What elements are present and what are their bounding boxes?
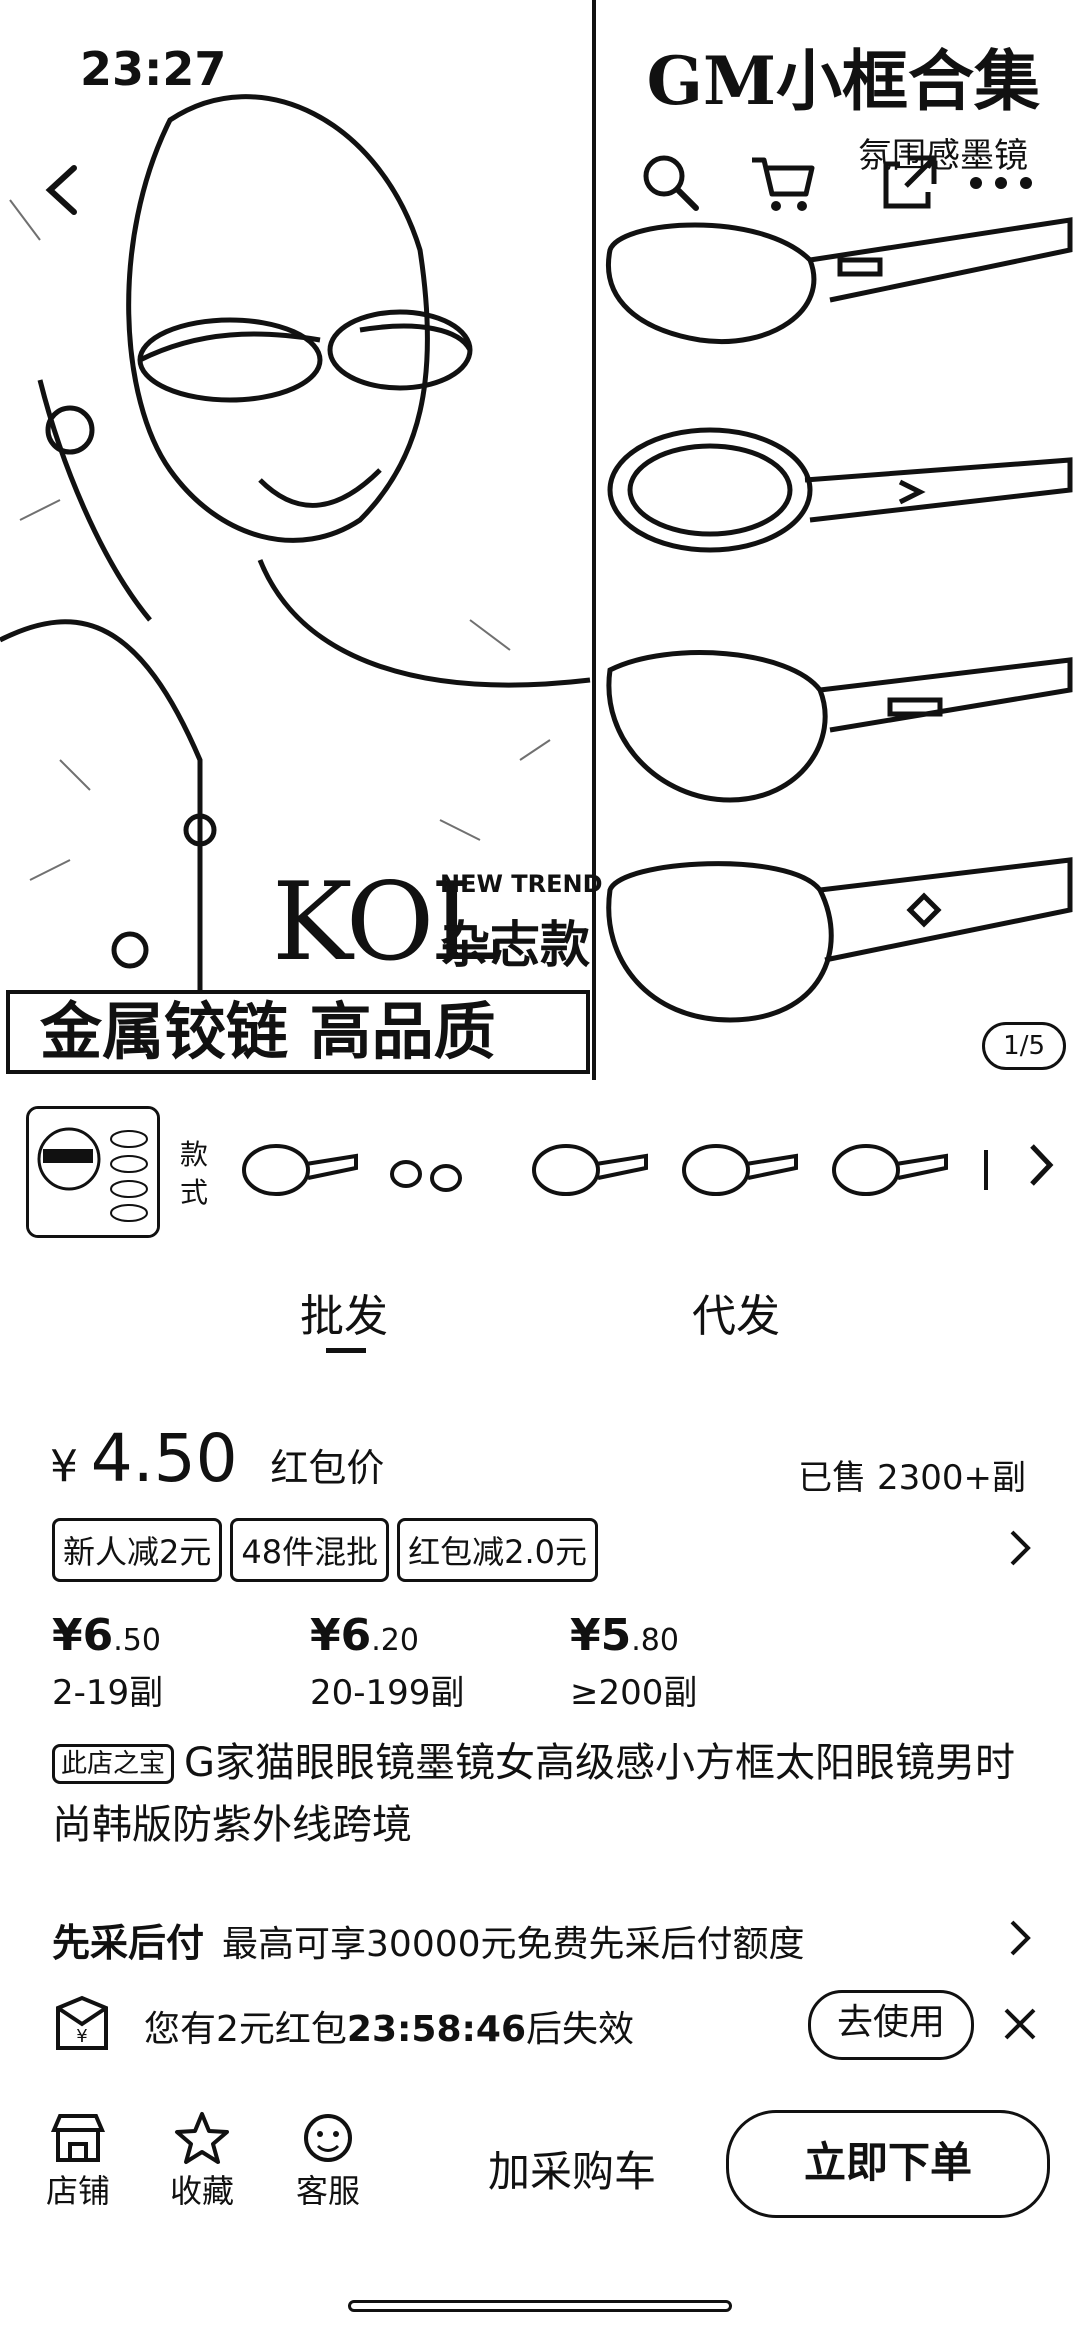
promo-tag: 新人减2元 <box>52 1518 223 1582</box>
tier-price: ¥6.50 2-19副 <box>52 1610 163 1714</box>
promo-tags[interactable]: 新人减2元 48件混批 红包减2.0元 <box>52 1518 606 1582</box>
tier-quantity: 2-19副 <box>52 1673 164 1713</box>
shop-button[interactable]: 店铺 <box>38 2110 118 2212</box>
chevron-right-icon[interactable] <box>1006 1918 1036 1958</box>
svg-text:¥: ¥ <box>76 2026 87 2047</box>
style-options[interactable] <box>236 1120 1036 1220</box>
style-option-2 <box>390 1160 462 1192</box>
hero-title: GM小框合集 <box>646 42 1040 120</box>
back-button[interactable] <box>36 160 96 220</box>
purchase-mode-tabs: 批发 代发 <box>0 1250 1080 1370</box>
add-to-cart-button[interactable]: 加采购车 <box>488 2138 656 2199</box>
coupon-text-suffix: 后失效 <box>526 2009 635 2050</box>
share-button[interactable] <box>878 150 942 214</box>
promo-tag: 红包减2.0元 <box>397 1518 599 1582</box>
image-pager: 1/5 <box>982 1022 1066 1070</box>
bottom-action-bar: 店铺 收藏 客服 加采购车 立即下单 <box>0 2100 1080 2240</box>
tab-dropship[interactable]: 代发 <box>692 1280 780 1344</box>
buy-now-button[interactable]: 立即下单 <box>726 2110 1050 2218</box>
coupon-row: ¥ 您有2元红包23:58:46后失效 去使用 <box>52 1990 1052 2060</box>
favorite-label: 收藏 <box>169 2172 234 2210</box>
search-button[interactable] <box>638 150 702 214</box>
chevron-right-icon[interactable] <box>1026 1140 1056 1190</box>
search-icon <box>643 155 699 211</box>
tier-price-int: ¥5 <box>570 1610 632 1661</box>
service-button[interactable]: 客服 <box>288 2110 368 2212</box>
back-icon <box>45 165 77 215</box>
glasses-lineup <box>606 217 1073 1023</box>
product-title-text: G家猫眼眼镜墨镜女高级感小方框太阳眼镜男时尚韩版防紫外线跨境 <box>52 1740 1016 1848</box>
more-icon <box>970 177 1032 189</box>
tier-price-dec: .20 <box>371 1623 419 1658</box>
status-time: 23:27 <box>80 42 227 96</box>
use-coupon-button[interactable]: 去使用 <box>808 1990 974 2060</box>
pay-later-row[interactable]: 先采后付 最高可享30000元免费先采后付额度 <box>52 1912 805 1967</box>
close-icon[interactable] <box>1000 2004 1040 2044</box>
cart-button[interactable] <box>748 150 818 216</box>
coupon-text: 您有2元红包 <box>144 2009 347 2050</box>
new-trend-text: NEW TREND <box>440 870 603 898</box>
price-note: 红包价 <box>270 1446 385 1490</box>
style-option-3 <box>532 1144 648 1196</box>
tab-wholesale[interactable]: 批发 <box>300 1280 388 1344</box>
tier-price-int: ¥6 <box>310 1610 372 1661</box>
favorite-button[interactable]: 收藏 <box>162 2110 242 2212</box>
style-option-1 <box>242 1144 358 1196</box>
more-button[interactable] <box>966 168 1036 198</box>
pay-later-text: 最高可享30000元免费先采后付额度 <box>222 1924 805 1965</box>
cart-icon <box>752 157 815 211</box>
tier-quantity: 20-199副 <box>310 1673 465 1713</box>
tier-quantity: ≥200副 <box>570 1673 698 1713</box>
shop-icon <box>50 2114 106 2162</box>
hero-gallery[interactable]: 23:27 GM小框合集 氛围感墨镜 KOL NEW TREND 杂志款 金属铰… <box>0 0 1080 1080</box>
currency-symbol: ¥ <box>50 1441 78 1492</box>
chevron-right-icon[interactable] <box>1006 1528 1036 1568</box>
style-thumb-main[interactable] <box>26 1106 160 1238</box>
tier-price-dec: .50 <box>113 1623 161 1658</box>
red-packet-icon: ¥ <box>56 1995 108 2050</box>
tier-price-dec: .80 <box>631 1623 679 1658</box>
hero-banner: 金属铰链 高品质 <box>6 990 590 1074</box>
shop-label: 店铺 <box>45 2172 110 2210</box>
product-title: 此店之宝 G家猫眼眼镜墨镜女高级感小方框太阳眼镜男时尚韩版防紫外线跨境 <box>52 1732 1032 1856</box>
main-price: 4.50 <box>90 1420 238 1497</box>
sold-count: 已售 2300+副 <box>798 1458 1026 1498</box>
chat-icon <box>304 2114 352 2162</box>
share-icon <box>883 155 937 209</box>
promo-tag: 48件混批 <box>230 1518 390 1582</box>
magazine-style-text: 杂志款 <box>440 916 590 974</box>
style-option-4 <box>682 1144 798 1196</box>
style-label: 款式 <box>180 1138 209 1209</box>
pay-later-label: 先采后付 <box>52 1921 205 1965</box>
style-option-5 <box>832 1144 948 1196</box>
service-label: 客服 <box>295 2172 360 2210</box>
shop-badge: 此店之宝 <box>52 1744 175 1784</box>
tier-price: ¥5.80 ≥200副 <box>570 1610 697 1714</box>
coupon-countdown: 23:58:46 <box>346 2009 526 2050</box>
tab-active-indicator <box>326 1348 366 1353</box>
home-indicator[interactable] <box>348 2300 732 2312</box>
star-icon <box>175 2112 229 2164</box>
price-block: ¥ 4.50 红包价 <box>50 1420 384 1497</box>
style-selector: 款式 <box>0 1080 1080 1250</box>
tier-price: ¥6.20 20-199副 <box>310 1610 464 1714</box>
tier-price-int: ¥6 <box>52 1610 114 1661</box>
